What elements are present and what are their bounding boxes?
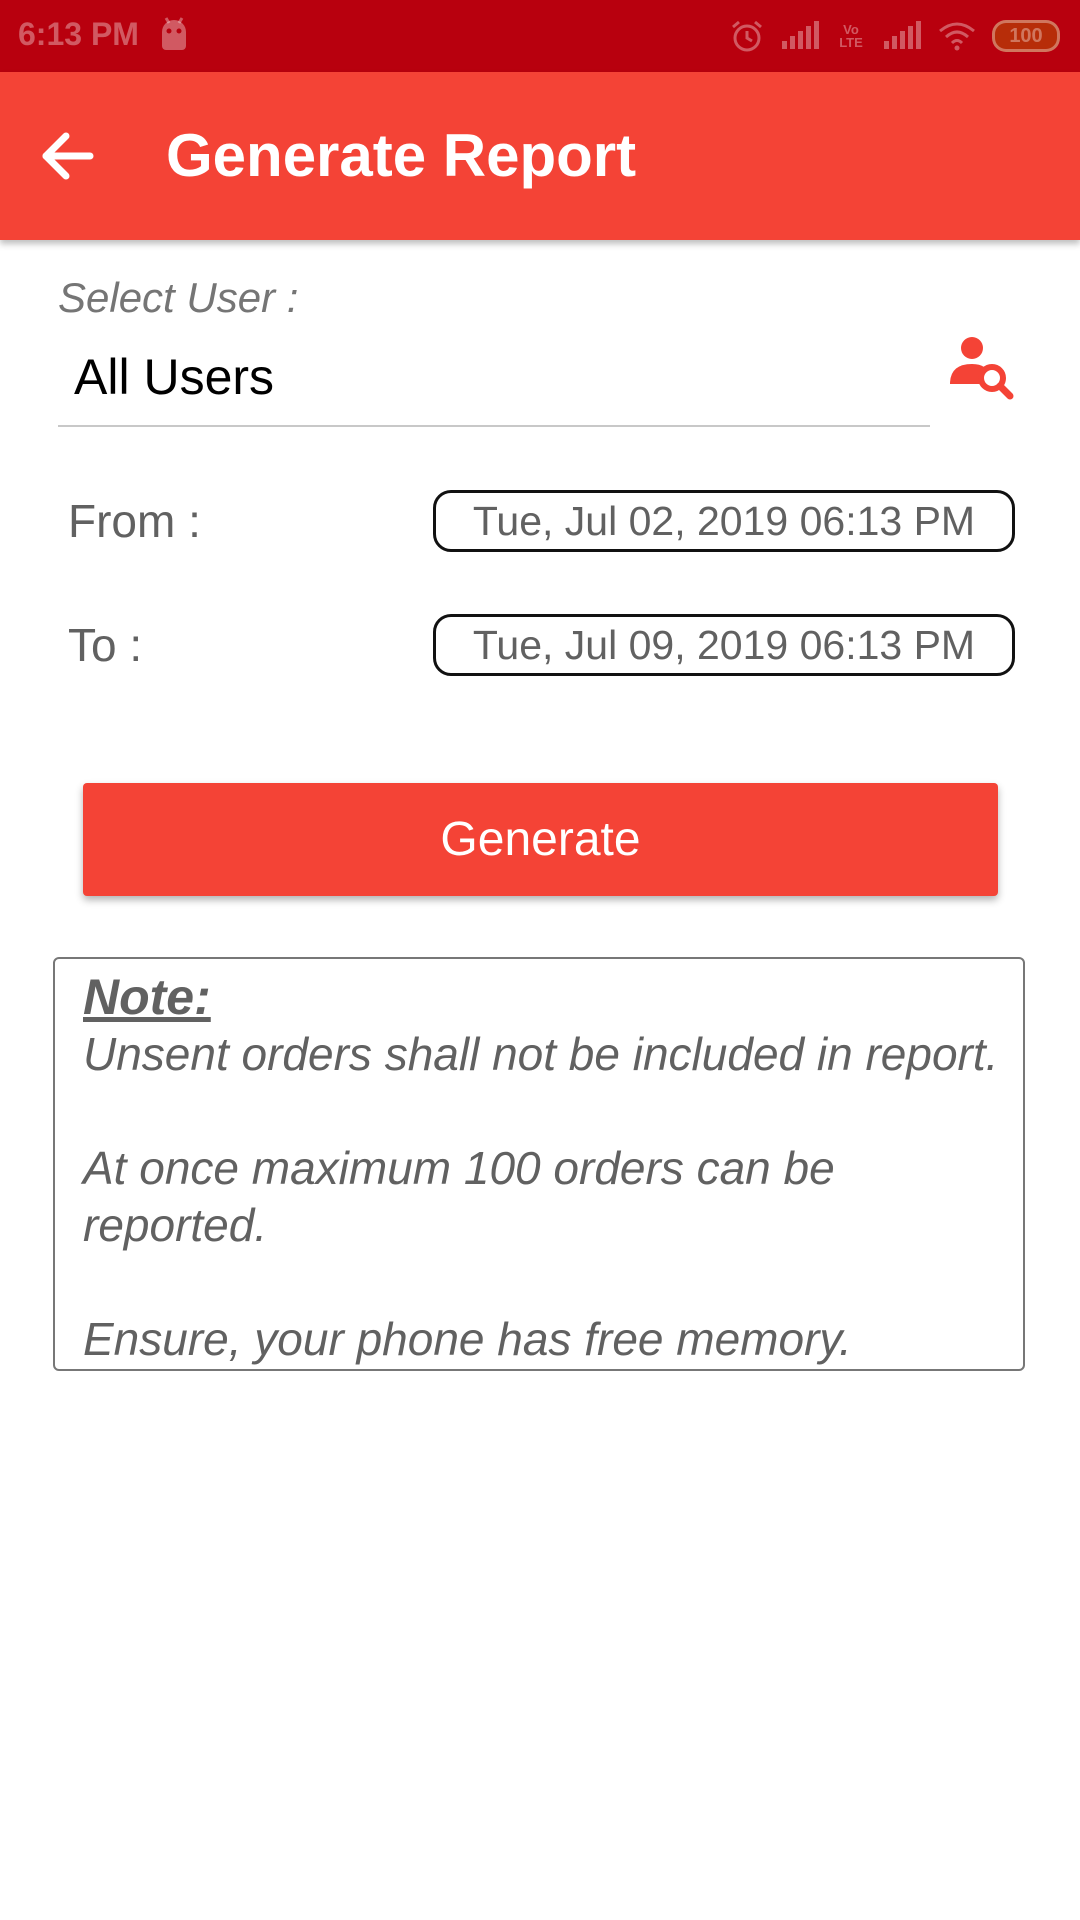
- generate-button[interactable]: Generate: [83, 783, 998, 896]
- android-icon: [162, 17, 186, 50]
- to-date-field[interactable]: Tue, Jul 09, 2019 06:13 PM: [433, 614, 1015, 676]
- status-bar: 6:13 PM Vo LTE 100: [0, 0, 1080, 72]
- note-line-reported: reported.: [83, 1199, 268, 1251]
- wifi-icon: [939, 22, 975, 51]
- note-line-memory: Ensure, your phone has free memory.: [83, 1313, 852, 1365]
- from-date-field[interactable]: Tue, Jul 02, 2019 06:13 PM: [433, 490, 1015, 552]
- status-icons: Vo LTE 100: [730, 16, 1060, 56]
- note-line-unsent: Unsent orders shall not be included in r…: [83, 1028, 999, 1080]
- note-spacer: [83, 1254, 1023, 1311]
- note-title: Note:: [83, 969, 211, 1025]
- page-title: Generate Report: [166, 122, 637, 189]
- to-label: To :: [68, 619, 143, 671]
- note-line-maximum: At once maximum 100 orders can be: [83, 1142, 835, 1194]
- app-bar: Generate Report: [0, 72, 1080, 240]
- select-user-label: Select User :: [58, 274, 299, 321]
- user-search-icon[interactable]: [946, 332, 1016, 402]
- signal-icon: [884, 21, 921, 49]
- volte-icon: Vo LTE: [839, 22, 863, 50]
- from-label: From :: [68, 495, 201, 547]
- arrow-back-icon[interactable]: [38, 126, 98, 186]
- user-select-field[interactable]: All Users: [74, 348, 274, 406]
- battery-icon: 100: [992, 20, 1060, 52]
- signal-icon: [782, 21, 819, 49]
- note-box: Note: Unsent orders shall not be include…: [53, 957, 1025, 1371]
- status-time: 6:13 PM: [18, 16, 139, 52]
- alarm-icon: [732, 20, 762, 52]
- user-field-underline: [58, 425, 930, 427]
- note-spacer: [83, 1083, 1023, 1140]
